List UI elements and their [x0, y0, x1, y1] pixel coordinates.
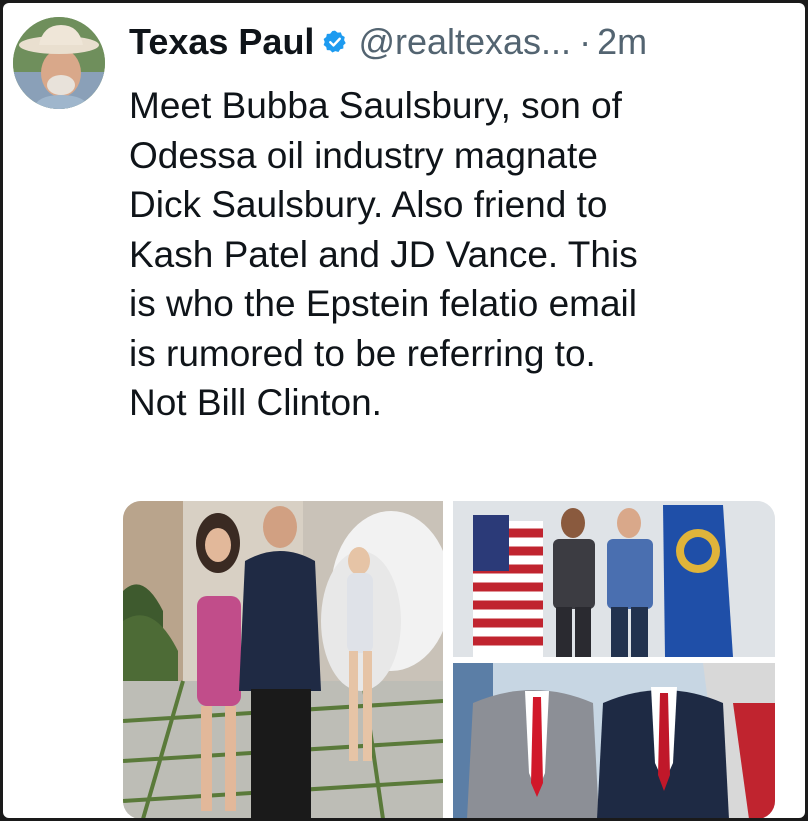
media-photo-2[interactable] [453, 501, 775, 657]
verified-badge-icon [322, 29, 348, 55]
media-photo-3[interactable] [453, 663, 775, 818]
tweet-header: Texas Paul @realtexas... · 2m [129, 17, 799, 67]
tweet-text-line: Dick Saulsbury. Also friend to [129, 184, 608, 225]
author-avatar[interactable] [13, 17, 105, 109]
tweet-card[interactable]: Texas Paul @realtexas... · 2m Meet Bubba… [3, 3, 805, 818]
tweet-text: Meet Bubba Saulsbury, son of Odessa oil … [129, 81, 789, 428]
tweet-text-line: Not Bill Clinton. [129, 382, 382, 423]
tweet-text-line: Meet Bubba Saulsbury, son of [129, 85, 622, 126]
tweet-text-line: is rumored to be referring to. [129, 332, 596, 374]
tweet-text-line: is who the Epstein felatio email [129, 283, 637, 324]
author-name[interactable]: Texas Paul [129, 17, 314, 67]
tweet-text-line: Odessa oil industry magnate [129, 134, 598, 176]
header-separator: · [579, 21, 592, 62]
media-photo-1[interactable] [123, 501, 443, 818]
tweet-text-line: Kash Patel and JD Vance. This [129, 233, 638, 275]
tweet-timestamp[interactable]: 2m [597, 17, 647, 67]
tweet-media-grid [123, 501, 775, 818]
author-handle[interactable]: @realtexas... [358, 17, 571, 67]
